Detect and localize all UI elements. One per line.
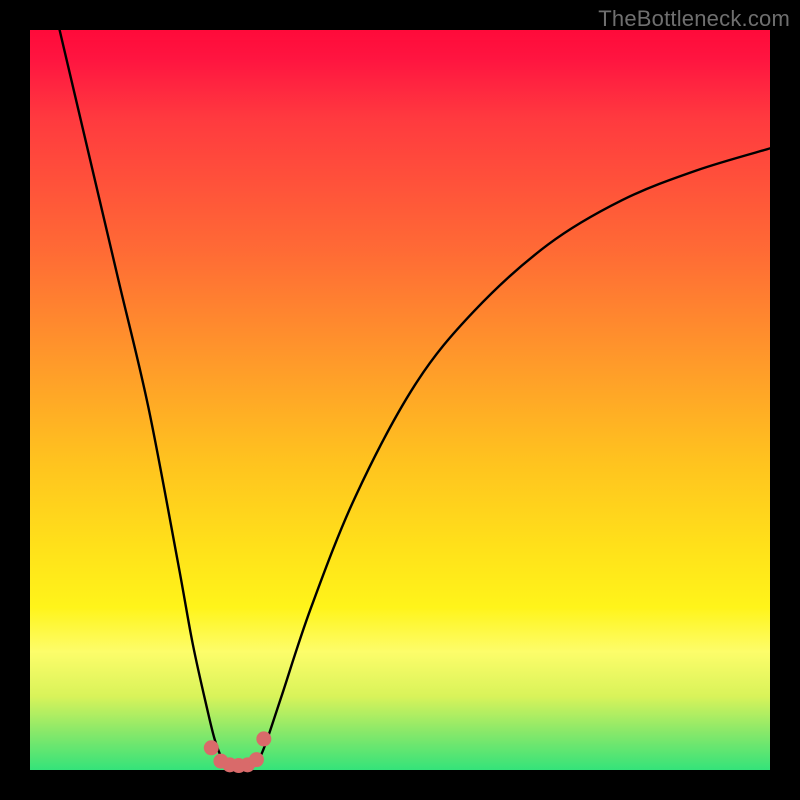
chart-svg	[30, 30, 770, 770]
watermark-text: TheBottleneck.com	[598, 6, 790, 32]
trough-marker	[204, 740, 219, 755]
plot-area	[30, 30, 770, 770]
bottleneck-curve	[60, 30, 770, 766]
chart-frame: TheBottleneck.com	[0, 0, 800, 800]
trough-marker	[249, 752, 264, 767]
trough-marker	[256, 731, 271, 746]
